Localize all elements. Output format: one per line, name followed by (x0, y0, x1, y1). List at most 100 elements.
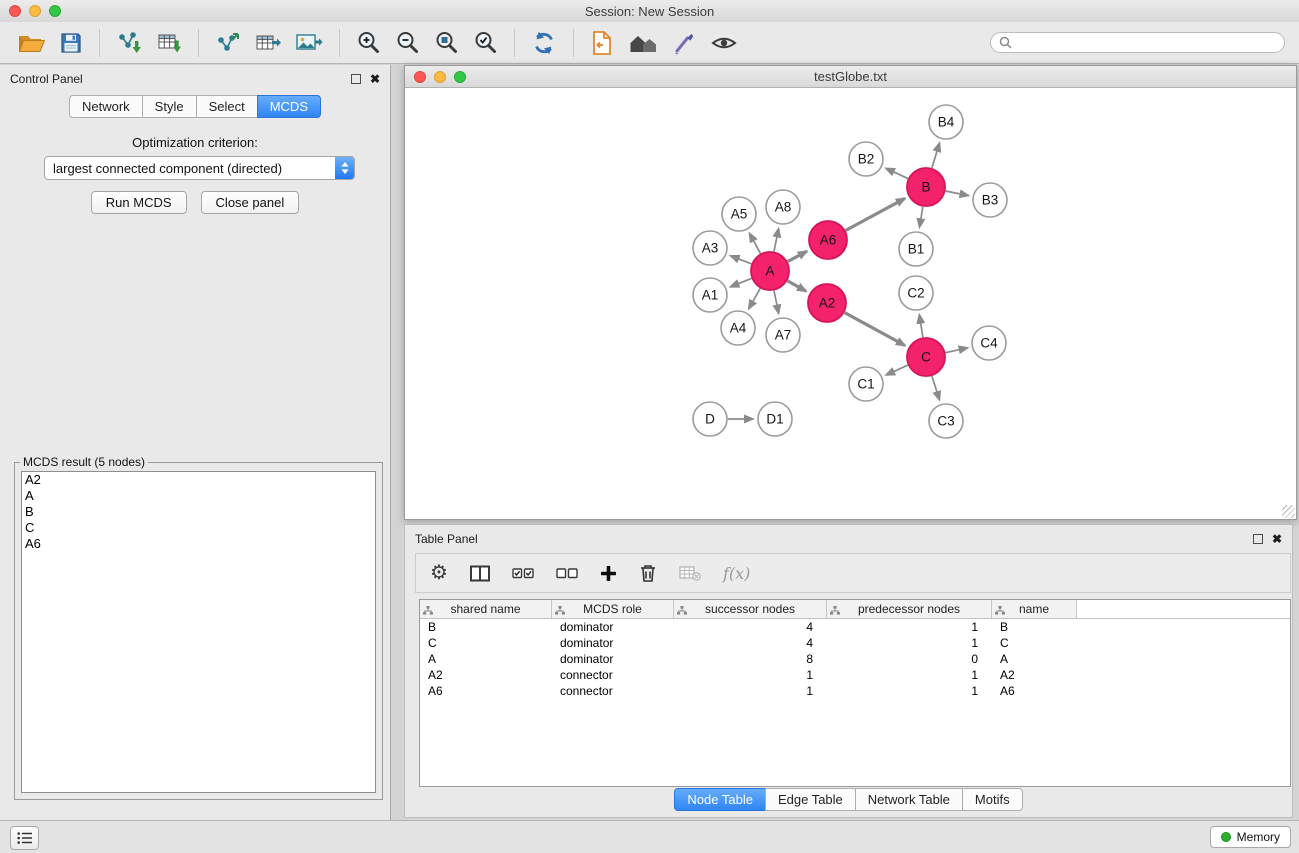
criterion-dropdown[interactable]: largest connected component (directed) (44, 156, 355, 180)
zoom-out-icon[interactable] (395, 27, 420, 59)
column-visibility-icon[interactable] (470, 565, 490, 582)
function-builder-icon[interactable]: f(x) (723, 564, 750, 583)
mcds-result-item[interactable]: A2 (22, 472, 375, 488)
network-close-button[interactable] (414, 71, 426, 83)
add-column-icon[interactable] (600, 565, 617, 582)
column-header-successor-nodes[interactable]: successor nodes (674, 600, 827, 618)
graph-node-C3[interactable]: C3 (929, 404, 963, 438)
graph-node-A8[interactable]: A8 (766, 190, 800, 224)
export-image-icon[interactable] (295, 27, 323, 59)
graph-node-A3[interactable]: A3 (693, 231, 727, 265)
float-table-panel-icon[interactable] (1253, 534, 1263, 544)
graph-node-A4[interactable]: A4 (721, 311, 755, 345)
refresh-icon[interactable] (531, 27, 557, 59)
minimize-window-button[interactable] (29, 5, 41, 17)
graph-node-B1[interactable]: B1 (899, 232, 933, 266)
zoom-window-button[interactable] (49, 5, 61, 17)
graph-edge-B-B2[interactable] (886, 168, 908, 178)
style-brush-icon[interactable] (672, 27, 696, 59)
graph-edge-A-A7[interactable] (774, 291, 779, 314)
table-row[interactable]: Cdominator41C (420, 635, 1290, 651)
home-icon[interactable] (628, 27, 658, 59)
graph-edge-B-B4[interactable] (932, 143, 940, 168)
table-tab-network-table[interactable]: Network Table (855, 788, 963, 811)
graph-node-D1[interactable]: D1 (758, 402, 792, 436)
column-header-mcds-role[interactable]: MCDS role (552, 600, 674, 618)
run-mcds-button[interactable]: Run MCDS (91, 191, 187, 214)
column-header-name[interactable]: name (992, 600, 1077, 618)
search-box[interactable] (990, 32, 1285, 53)
graph-edge-A-A1[interactable] (730, 278, 751, 286)
deselect-all-rows-icon[interactable] (556, 567, 578, 580)
search-input[interactable] (1017, 35, 1276, 51)
network-graph[interactable]: B4B2BB3A5A8A6A3B1AC2A1A2A4A7C4CC1C3DD1 (405, 88, 1296, 519)
mcds-result-item[interactable]: A6 (22, 536, 375, 552)
close-table-panel-icon[interactable]: ✖ (1272, 533, 1282, 545)
graph-edge-A-A6[interactable] (788, 251, 807, 261)
graph-edge-A-A2[interactable] (787, 281, 806, 291)
eye-icon[interactable] (710, 27, 738, 59)
table-tab-node-table[interactable]: Node Table (674, 788, 766, 811)
close-panel-icon[interactable]: ✖ (370, 73, 380, 85)
graph-edge-A-A8[interactable] (774, 229, 779, 252)
graph-node-D[interactable]: D (693, 402, 727, 436)
mcds-result-list[interactable]: A2ABCA6 (21, 471, 376, 793)
graph-node-A[interactable]: A (751, 252, 789, 290)
graph-edge-A-A3[interactable] (731, 256, 752, 264)
resize-grip[interactable] (1282, 505, 1295, 518)
column-header-predecessor-nodes[interactable]: predecessor nodes (827, 600, 992, 618)
network-zoom-button[interactable] (454, 71, 466, 83)
graph-node-A7[interactable]: A7 (766, 318, 800, 352)
open-session-icon[interactable] (17, 27, 45, 59)
network-canvas-container[interactable]: B4B2BB3A5A8A6A3B1AC2A1A2A4A7C4CC1C3DD1 (405, 88, 1296, 519)
table-tab-edge-table[interactable]: Edge Table (765, 788, 856, 811)
graph-edge-C-C1[interactable] (886, 365, 908, 375)
zoom-selected-icon[interactable] (473, 27, 498, 59)
mcds-result-item[interactable]: B (22, 504, 375, 520)
control-tab-style[interactable]: Style (142, 95, 197, 118)
graph-edge-A6-B[interactable] (846, 198, 905, 230)
graph-node-B2[interactable]: B2 (849, 142, 883, 176)
open-document-icon[interactable] (590, 27, 614, 59)
show-panels-button[interactable] (10, 826, 39, 850)
delete-column-trash-icon[interactable] (639, 563, 657, 583)
graph-node-B4[interactable]: B4 (929, 105, 963, 139)
graph-node-A5[interactable]: A5 (722, 197, 756, 231)
graph-edge-A-A5[interactable] (750, 233, 761, 253)
control-tab-mcds[interactable]: MCDS (257, 95, 321, 118)
memory-button[interactable]: Memory (1210, 826, 1291, 848)
zoom-in-icon[interactable] (356, 27, 381, 59)
network-window-titlebar[interactable]: testGlobe.txt (405, 66, 1296, 88)
graph-edge-C-C2[interactable] (919, 315, 923, 338)
table-tab-motifs[interactable]: Motifs (962, 788, 1023, 811)
table-row[interactable]: Bdominator41B (420, 619, 1290, 635)
graph-node-C1[interactable]: C1 (849, 367, 883, 401)
graph-edge-C-C4[interactable] (946, 348, 968, 353)
graph-edge-C-C3[interactable] (932, 376, 939, 400)
mcds-result-item[interactable]: A (22, 488, 375, 504)
delete-table-icon[interactable] (679, 565, 701, 581)
graph-edge-B-B3[interactable] (946, 191, 969, 196)
close-window-button[interactable] (9, 5, 21, 17)
import-table-icon[interactable] (156, 27, 182, 59)
graph-node-C2[interactable]: C2 (899, 276, 933, 310)
graph-node-C[interactable]: C (907, 338, 945, 376)
control-tab-network[interactable]: Network (69, 95, 143, 118)
export-network-icon[interactable] (215, 27, 241, 59)
graph-node-A6[interactable]: A6 (809, 221, 847, 259)
select-all-rows-icon[interactable] (512, 567, 534, 580)
column-header-shared-name[interactable]: shared name (420, 600, 552, 618)
graph-edge-B-B1[interactable] (920, 207, 923, 228)
control-tab-select[interactable]: Select (196, 95, 258, 118)
export-table-icon[interactable] (255, 27, 281, 59)
zoom-fit-icon[interactable] (434, 27, 459, 59)
graph-node-A1[interactable]: A1 (693, 278, 727, 312)
float-panel-icon[interactable] (351, 74, 361, 84)
graph-node-B[interactable]: B (907, 168, 945, 206)
network-minimize-button[interactable] (434, 71, 446, 83)
table-settings-gear-icon[interactable]: ⚙ (430, 563, 448, 583)
table-row[interactable]: A6connector11A6 (420, 683, 1290, 699)
save-session-icon[interactable] (59, 27, 83, 59)
graph-node-C4[interactable]: C4 (972, 326, 1006, 360)
table-row[interactable]: A2connector11A2 (420, 667, 1290, 683)
